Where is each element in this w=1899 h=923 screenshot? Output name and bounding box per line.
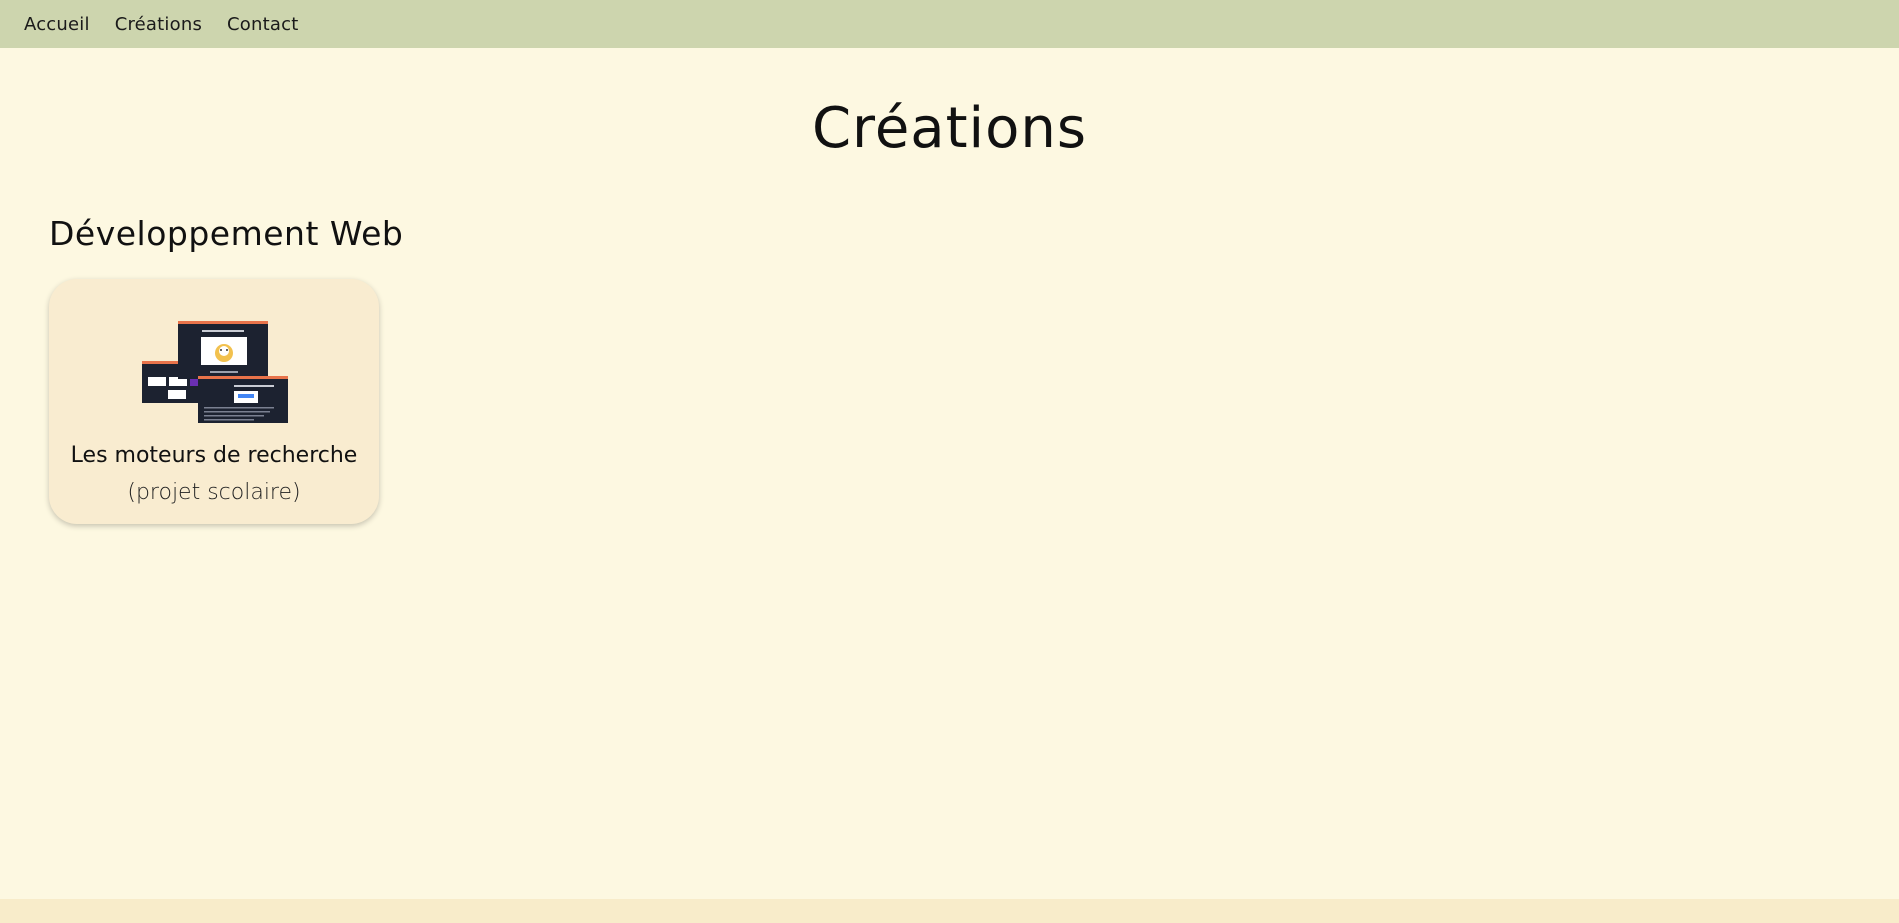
- project-card-search-engines[interactable]: Les moteurs de recherche (projet scolair…: [49, 279, 379, 524]
- nav-link-contact[interactable]: Contact: [227, 14, 298, 35]
- section-title-web-development: Développement Web: [49, 214, 404, 253]
- page-title: Créations: [811, 96, 1088, 161]
- card-subtitle: (projet scolaire): [127, 480, 301, 505]
- footer: [0, 899, 1899, 923]
- top-navbar: Accueil Créations Contact: [0, 0, 1899, 48]
- card-title: Les moteurs de recherche: [70, 443, 358, 468]
- nav-link-accueil[interactable]: Accueil: [24, 14, 90, 35]
- nav-link-creations[interactable]: Créations: [115, 14, 202, 35]
- search-engines-slides-thumbnail: [142, 321, 288, 423]
